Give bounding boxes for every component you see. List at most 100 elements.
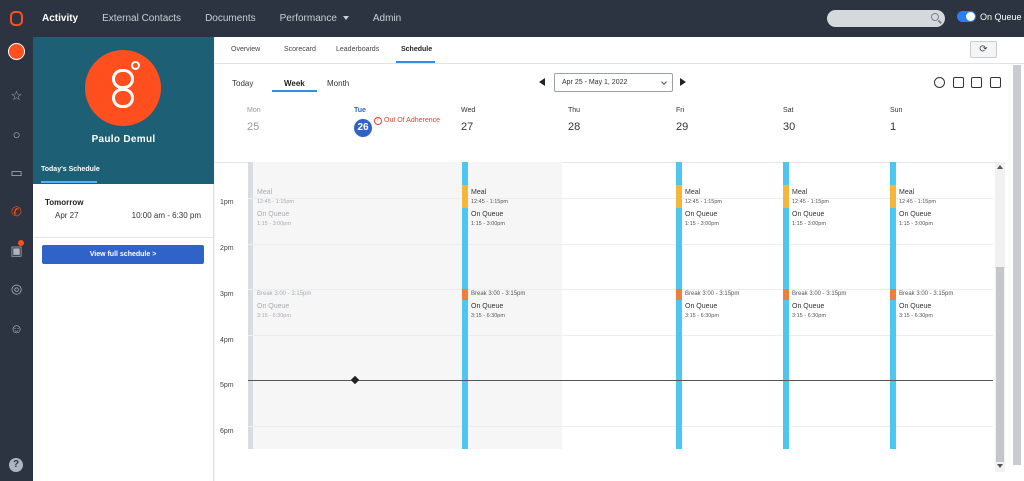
nav-documents[interactable]: Documents xyxy=(205,13,256,24)
avatar[interactable] xyxy=(8,43,25,60)
sub-tabs: Overview Scorecard Leaderboards Schedule… xyxy=(215,37,1024,64)
prev-week-icon[interactable] xyxy=(539,78,545,86)
break-block: Break 3:00 - 3:15pm xyxy=(471,291,526,297)
meal-block-title: Meal xyxy=(685,189,701,196)
genesys-glyph-icon xyxy=(112,61,140,109)
schedule-grid: 1pm 2pm 3pm 4pm 5pm 6pm Meal 12:45 - 1:1… xyxy=(215,162,1024,472)
phone-icon[interactable]: ✆ xyxy=(8,203,25,220)
help-ring-icon[interactable]: ◎ xyxy=(8,280,25,297)
tab-todays-schedule[interactable]: Today's Schedule xyxy=(41,166,100,173)
day-name-wed: Wed xyxy=(461,107,476,114)
onqueue-block-time: 3:15 - 6:30pm xyxy=(471,313,505,319)
day-num-wed: 27 xyxy=(461,121,474,133)
star-icon[interactable]: ☆ xyxy=(8,87,25,104)
onqueue-block-title: On Queue xyxy=(471,303,504,310)
on-queue-toggle[interactable] xyxy=(957,11,976,22)
nav-activity[interactable]: Activity xyxy=(42,13,78,24)
video-icon[interactable]: ▭ xyxy=(8,164,25,181)
meal-block-time: 12:45 - 1:15pm xyxy=(792,199,829,205)
day-num-fri: 29 xyxy=(676,121,689,133)
view-week[interactable]: Week xyxy=(284,79,305,88)
onqueue-block-time: 3:15 - 6:30pm xyxy=(257,313,291,319)
meal-block-title: Meal xyxy=(792,189,808,196)
help-icon[interactable]: ? xyxy=(9,458,23,472)
tab-leaderboards[interactable]: Leaderboards xyxy=(336,46,379,53)
onqueue-block-time: 3:15 - 6:30pm xyxy=(792,313,826,319)
scroll-up-icon[interactable] xyxy=(997,165,1003,169)
search-input[interactable] xyxy=(827,10,945,27)
meal-bar[interactable] xyxy=(676,185,682,208)
next-shift-label: Tomorrow xyxy=(45,198,84,207)
main-panel: Overview Scorecard Leaderboards Schedule… xyxy=(215,37,1024,481)
break-bar[interactable] xyxy=(676,289,682,300)
onqueue-block-title: On Queue xyxy=(899,303,932,310)
day-num-sat: 30 xyxy=(783,121,796,133)
tab-scorecard[interactable]: Scorecard xyxy=(284,46,316,53)
onqueue-block-title: On Queue xyxy=(792,211,825,218)
view-month[interactable]: Month xyxy=(327,79,349,88)
tab-overview[interactable]: Overview xyxy=(231,46,260,53)
tab-underline xyxy=(41,181,97,183)
refresh-icon: ⟳ xyxy=(979,44,988,55)
next-shift-time: 10:00 am - 6:30 pm xyxy=(131,211,201,220)
meal-bar[interactable] xyxy=(890,185,896,208)
day-name-sun: Sun xyxy=(890,107,903,114)
break-bar[interactable] xyxy=(783,289,789,300)
nav-admin[interactable]: Admin xyxy=(373,13,401,24)
date-range-select[interactable]: Apr 25 - May 1, 2022 xyxy=(554,73,673,92)
hour-label: 4pm xyxy=(220,337,234,344)
day-num-mon: 25 xyxy=(247,121,260,133)
profile-panel: Paulo Demul Today's Schedule Tomorrow Ap… xyxy=(33,37,214,481)
refresh-button[interactable]: ⟳ xyxy=(970,41,997,58)
break-bar[interactable] xyxy=(890,289,896,300)
chevron-down-icon xyxy=(342,16,349,21)
day-name-thu: Thu xyxy=(568,107,581,114)
onqueue-block-title: On Queue xyxy=(257,211,290,218)
swap-icon[interactable] xyxy=(934,77,945,88)
chevron-down-icon xyxy=(661,79,667,85)
onqueue-block-time: 3:15 - 6:30pm xyxy=(685,313,719,319)
copy-icon[interactable] xyxy=(990,77,1001,88)
view-today[interactable]: Today xyxy=(232,79,253,88)
nav-external-contacts[interactable]: External Contacts xyxy=(102,13,181,24)
tab-underline xyxy=(396,61,435,63)
break-block: Break 3:00 - 3:15pm xyxy=(257,291,312,297)
left-rail: ☆ ○ ▭ ✆ ▣ ◎ ☺ ? xyxy=(0,0,33,481)
list-icon[interactable] xyxy=(971,77,982,88)
onqueue-block-title: On Queue xyxy=(685,303,718,310)
meal-bar[interactable] xyxy=(462,185,468,208)
calendar-add-icon[interactable] xyxy=(953,77,964,88)
onqueue-block-time: 1:15 - 3:00pm xyxy=(792,221,826,227)
nav-performance[interactable]: Performance xyxy=(280,13,349,24)
onqueue-block-time: 1:15 - 3:00pm xyxy=(685,221,719,227)
onqueue-block-title: On Queue xyxy=(471,211,504,218)
day-column-mon: Meal 12:45 - 1:15pm On Queue 1:15 - 3:00… xyxy=(248,162,350,449)
meal-block-title: Meal xyxy=(471,189,487,196)
break-bar[interactable] xyxy=(462,289,468,300)
day-num-thu: 28 xyxy=(568,121,581,133)
chat-icon[interactable]: ○ xyxy=(8,126,25,143)
scrollbar-thumb[interactable] xyxy=(996,267,1004,462)
grid-scrollbar[interactable] xyxy=(995,162,1005,472)
profile-avatar xyxy=(85,50,161,126)
meal-block-time: 12:45 - 1:15pm xyxy=(899,199,936,205)
meal-block-time: 12:45 - 1:15pm xyxy=(257,199,294,205)
day-num-sun: 1 xyxy=(890,121,897,133)
meal-block-title: Meal xyxy=(899,189,915,196)
page-scrollbar-thumb[interactable] xyxy=(1013,65,1021,465)
next-week-icon[interactable] xyxy=(680,78,686,86)
next-shift-date: Apr 27 xyxy=(55,211,79,220)
adherence-status: Out Of Adherence xyxy=(384,117,441,124)
day-name-sat: Sat xyxy=(783,107,794,114)
tab-schedule[interactable]: Schedule xyxy=(401,46,432,53)
scroll-down-icon[interactable] xyxy=(997,464,1003,468)
agent-icon[interactable]: ☺ xyxy=(8,320,25,337)
day-num-tue: 26 xyxy=(354,119,372,137)
day-name-fri: Fri xyxy=(676,107,685,114)
onqueue-block-title: On Queue xyxy=(899,211,932,218)
onqueue-block-time: 1:15 - 3:00pm xyxy=(471,221,505,227)
view-full-schedule-button[interactable]: View full schedule > xyxy=(42,245,204,264)
hour-label: 2pm xyxy=(220,245,234,252)
meal-bar[interactable] xyxy=(783,185,789,208)
view-underline xyxy=(272,90,317,92)
